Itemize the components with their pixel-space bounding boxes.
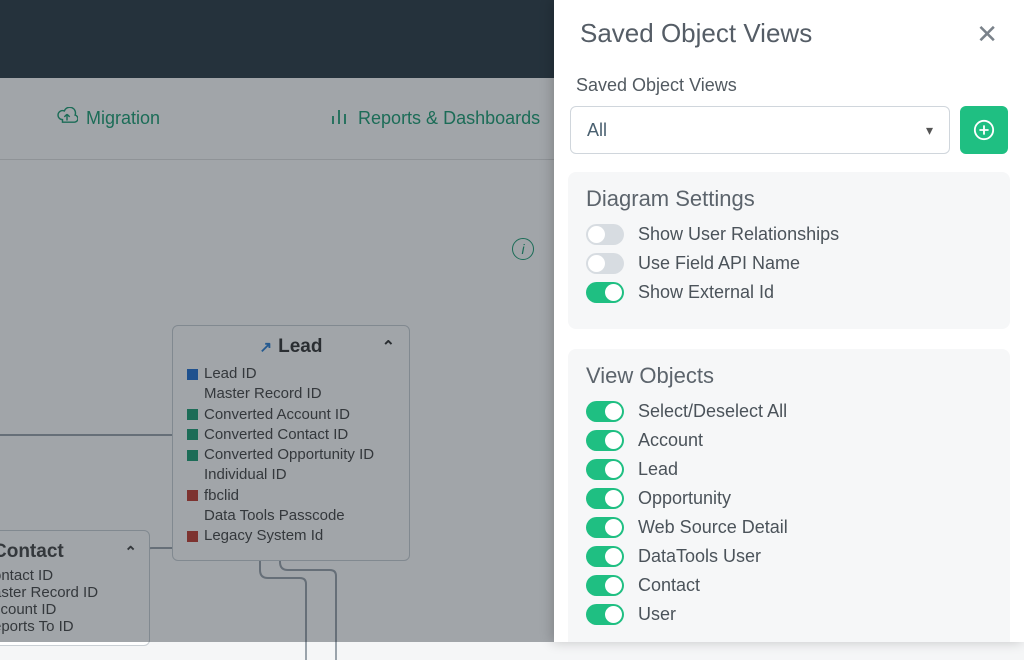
- diagram-setting-toggle[interactable]: [586, 224, 624, 245]
- view-object-label: Contact: [638, 575, 700, 596]
- view-objects-section: View Objects Select/Deselect All Account L…: [568, 349, 1010, 642]
- view-object-label: User: [638, 604, 676, 625]
- view-object-label: Account: [638, 430, 703, 451]
- close-icon[interactable]: ✕: [976, 21, 998, 47]
- view-object-label: Lead: [638, 459, 678, 480]
- view-objects-title: View Objects: [586, 363, 992, 389]
- view-object-toggle[interactable]: [586, 430, 624, 451]
- diagram-setting-label: Show User Relationships: [638, 224, 839, 245]
- view-object-label: Opportunity: [638, 488, 731, 509]
- view-object-toggle[interactable]: [586, 604, 624, 625]
- plus-circle-icon: [973, 119, 995, 141]
- view-object-toggle[interactable]: [586, 517, 624, 538]
- view-object-toggle[interactable]: [586, 546, 624, 567]
- chevron-down-icon: ▾: [926, 122, 933, 139]
- view-object-toggle[interactable]: [586, 401, 624, 422]
- add-view-button[interactable]: [960, 106, 1008, 154]
- view-object-row: Account: [586, 430, 992, 451]
- diagram-setting-label: Show External Id: [638, 282, 774, 303]
- view-object-row: Contact: [586, 575, 992, 596]
- diagram-setting-toggle[interactable]: [586, 253, 624, 274]
- diagram-setting-label: Use Field API Name: [638, 253, 800, 274]
- diagram-setting-row: Show User Relationships: [586, 224, 992, 245]
- panel-header: Saved Object Views ✕: [554, 0, 1024, 71]
- diagram-setting-toggle[interactable]: [586, 282, 624, 303]
- panel-title: Saved Object Views: [580, 18, 812, 49]
- diagram-setting-row: Show External Id: [586, 282, 992, 303]
- select-value: All: [587, 120, 607, 141]
- diagram-setting-row: Use Field API Name: [586, 253, 992, 274]
- view-object-label: Select/Deselect All: [638, 401, 787, 422]
- saved-views-panel: Saved Object Views ✕ Saved Object Views …: [554, 0, 1024, 642]
- view-object-row: Select/Deselect All: [586, 401, 992, 422]
- diagram-settings-title: Diagram Settings: [586, 186, 992, 212]
- view-object-row: Lead: [586, 459, 992, 480]
- view-object-toggle[interactable]: [586, 575, 624, 596]
- saved-view-select[interactable]: All ▾: [570, 106, 950, 154]
- view-object-row: User: [586, 604, 992, 625]
- view-object-row: Web Source Detail: [586, 517, 992, 538]
- select-label: Saved Object Views: [576, 75, 1010, 96]
- view-object-label: Web Source Detail: [638, 517, 788, 538]
- view-object-row: DataTools User: [586, 546, 992, 567]
- view-object-toggle[interactable]: [586, 459, 624, 480]
- diagram-settings-section: Diagram Settings Show User Relationships…: [568, 172, 1010, 329]
- view-object-row: Opportunity: [586, 488, 992, 509]
- view-object-label: DataTools User: [638, 546, 761, 567]
- view-object-toggle[interactable]: [586, 488, 624, 509]
